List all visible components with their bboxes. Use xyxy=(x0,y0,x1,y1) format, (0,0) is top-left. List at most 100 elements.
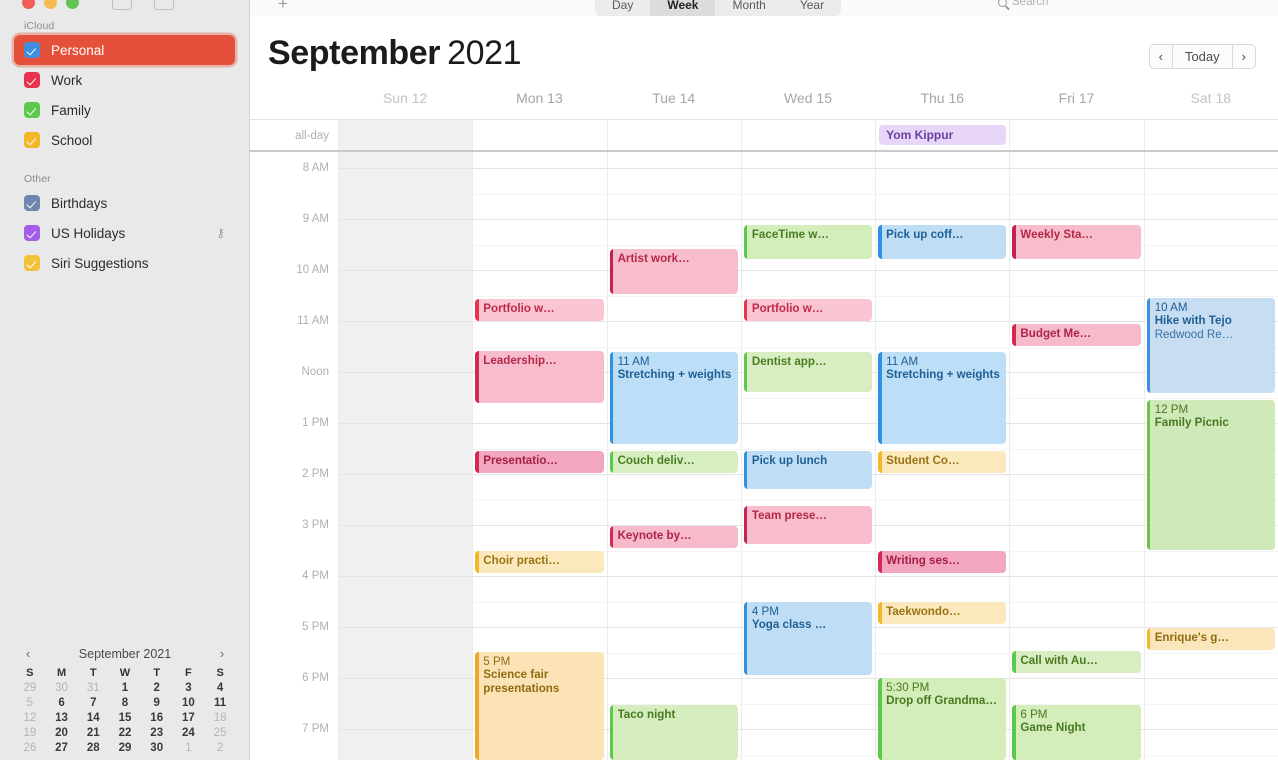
minimize-button[interactable] xyxy=(44,0,57,9)
all-day-event[interactable]: Yom Kippur xyxy=(879,125,1007,145)
calendar-event[interactable]: Taco night xyxy=(609,705,738,760)
mini-calendar-day[interactable]: 8 xyxy=(109,697,141,709)
mini-calendar-day[interactable]: 25 xyxy=(204,727,236,739)
day-column-thu[interactable]: Pick up coff… 11 AM Stretching + weights St… xyxy=(875,152,1010,760)
mini-calendar-day[interactable]: 14 xyxy=(77,712,109,724)
mini-calendar-day[interactable]: 23 xyxy=(141,727,173,739)
mini-calendar-day[interactable]: 11 xyxy=(204,697,236,709)
view-tab-week[interactable]: Week xyxy=(650,0,716,16)
sidebar-item-personal[interactable]: Personal xyxy=(14,35,235,65)
view-tab-year[interactable]: Year xyxy=(783,0,841,16)
sidebar-item-school[interactable]: School xyxy=(14,125,235,155)
all-day-cell[interactable] xyxy=(1143,120,1278,150)
calendar-event[interactable]: Leadership… xyxy=(475,351,604,403)
calendar-event[interactable]: Presentatio… xyxy=(475,451,604,473)
all-day-cell[interactable] xyxy=(740,120,875,150)
calendar-event[interactable]: 11 AM Stretching + weights xyxy=(609,352,738,444)
calendar-event[interactable]: Artist work… xyxy=(609,249,738,294)
calendar-event[interactable]: Choir practi… xyxy=(475,551,604,573)
calendar-event[interactable]: Keynote by… xyxy=(609,526,738,548)
mini-calendar-day[interactable]: 2 xyxy=(141,682,173,694)
calendar-event[interactable]: Student Co… xyxy=(878,451,1007,473)
calendar-event[interactable]: Couch deliv… xyxy=(609,451,738,473)
day-column-sat[interactable]: 10 AM Hike with Tejo Redwood Re… 12 PM Famil… xyxy=(1143,152,1278,760)
mini-calendar-day[interactable]: 5 xyxy=(14,697,46,709)
mini-calendar-day[interactable]: 26 xyxy=(14,742,46,754)
sidebar-item-birthdays[interactable]: Birthdays xyxy=(14,188,235,218)
day-column-mon[interactable]: Portfolio w… Leadership… Presentatio… Choir… xyxy=(472,152,607,760)
zoom-button[interactable] xyxy=(66,0,79,9)
day-column-wed[interactable]: FaceTime w… Portfolio w… Dentist app… Pick … xyxy=(740,152,876,760)
calendar-event[interactable]: 5 PM Science fair presentations xyxy=(475,652,604,760)
mini-calendar-day[interactable]: 17 xyxy=(173,712,205,724)
calendar-event[interactable]: FaceTime w… xyxy=(743,225,873,259)
mini-calendar-day[interactable]: 30 xyxy=(46,682,78,694)
day-column-fri[interactable]: Weekly Sta… Budget Me… Call with Au… 6 PM Ga… xyxy=(1009,152,1144,760)
mini-calendar-day[interactable]: 18 xyxy=(204,712,236,724)
calendar-event[interactable]: Team prese… xyxy=(743,506,873,544)
day-header-wed[interactable]: Wed 15 xyxy=(741,90,875,119)
mini-calendar-day[interactable]: 12 xyxy=(14,712,46,724)
mini-calendar-prev-button[interactable]: ‹ xyxy=(20,646,36,661)
day-header-mon[interactable]: Mon 13 xyxy=(472,90,606,119)
mini-calendar-day[interactable]: 1 xyxy=(109,682,141,694)
all-day-cell[interactable] xyxy=(606,120,741,150)
sidebar-item-work[interactable]: Work xyxy=(14,65,235,95)
previous-week-button[interactable]: ‹ xyxy=(1148,44,1173,69)
calendar-event[interactable]: Weekly Sta… xyxy=(1012,225,1141,259)
sidebar-item-siri-suggestions[interactable]: Siri Suggestions xyxy=(14,248,235,278)
mini-calendar-day[interactable]: 13 xyxy=(46,712,78,724)
mini-calendar-day[interactable]: 3 xyxy=(173,682,205,694)
all-day-cell[interactable] xyxy=(472,120,606,150)
calendar-event[interactable]: Budget Me… xyxy=(1012,324,1141,346)
mini-calendar-day[interactable]: 10 xyxy=(173,697,205,709)
mini-calendar-day[interactable]: 22 xyxy=(109,727,141,739)
mini-calendar-day[interactable]: 24 xyxy=(173,727,205,739)
mini-calendar-day[interactable]: 6 xyxy=(46,697,78,709)
calendar-event[interactable]: 6 PM Game Night xyxy=(1012,705,1141,760)
mini-calendar-day[interactable]: 30 xyxy=(141,742,173,754)
mini-calendar-day[interactable]: 20 xyxy=(46,727,78,739)
calendar-event[interactable]: 12 PM Family Picnic xyxy=(1146,400,1275,550)
calendar-event[interactable]: 4 PM Yoga class … xyxy=(743,602,873,675)
calendar-event[interactable]: Enrique's g… xyxy=(1146,628,1275,650)
today-button[interactable]: Today xyxy=(1172,44,1233,69)
day-header-sun[interactable]: Sun 12 xyxy=(338,90,472,119)
calendar-event[interactable]: Writing ses… xyxy=(878,551,1007,573)
day-column-tue[interactable]: Artist work… 11 AM Stretching + weights Cou… xyxy=(606,152,741,760)
calendar-event[interactable]: Pick up coff… xyxy=(878,225,1007,259)
calendar-event[interactable]: Portfolio w… xyxy=(743,299,873,321)
view-tab-day[interactable]: Day xyxy=(595,0,650,16)
calendar-event[interactable]: 10 AM Hike with Tejo Redwood Re… xyxy=(1146,298,1275,393)
mini-calendar-day[interactable]: 15 xyxy=(109,712,141,724)
calendar-event[interactable]: Portfolio w… xyxy=(475,299,604,321)
mini-calendar-day[interactable]: 4 xyxy=(204,682,236,694)
mini-calendar-day[interactable]: 27 xyxy=(46,742,78,754)
next-week-button[interactable]: › xyxy=(1232,44,1256,69)
mail-icon[interactable] xyxy=(154,0,174,10)
day-header-sat[interactable]: Sat 18 xyxy=(1144,90,1278,119)
calendar-event[interactable]: Call with Au… xyxy=(1012,651,1141,673)
mini-calendar-day[interactable]: 19 xyxy=(14,727,46,739)
mini-calendar-day[interactable]: 29 xyxy=(14,682,46,694)
calendar-event[interactable]: 11 AM Stretching + weights xyxy=(878,352,1007,444)
mini-calendar-day[interactable]: 16 xyxy=(141,712,173,724)
add-event-button[interactable]: + xyxy=(278,0,288,14)
mini-calendar-day[interactable]: 9 xyxy=(141,697,173,709)
search-box[interactable]: Search xyxy=(998,0,1048,8)
mini-calendar-next-button[interactable]: › xyxy=(214,646,230,661)
sidebar-item-family[interactable]: Family xyxy=(14,95,235,125)
day-column-sun[interactable] xyxy=(338,152,473,760)
mini-calendar-day[interactable]: 1 xyxy=(173,742,205,754)
mini-calendar-day[interactable]: 2 xyxy=(204,742,236,754)
view-tab-month[interactable]: Month xyxy=(715,0,782,16)
all-day-cell[interactable]: Yom Kippur xyxy=(875,120,1009,150)
mini-calendar-day[interactable]: 31 xyxy=(77,682,109,694)
sidebar-item-us-holidays[interactable]: US Holidays ⚷ xyxy=(14,218,235,248)
day-header-fri[interactable]: Fri 17 xyxy=(1009,90,1143,119)
calendar-event[interactable]: 5:30 PM Drop off Grandma… xyxy=(878,678,1007,760)
calendar-event[interactable]: Taekwondo… xyxy=(878,602,1007,624)
calendar-event[interactable]: Pick up lunch xyxy=(743,451,873,489)
day-header-thu[interactable]: Thu 16 xyxy=(875,90,1009,119)
day-header-tue[interactable]: Tue 14 xyxy=(607,90,741,119)
